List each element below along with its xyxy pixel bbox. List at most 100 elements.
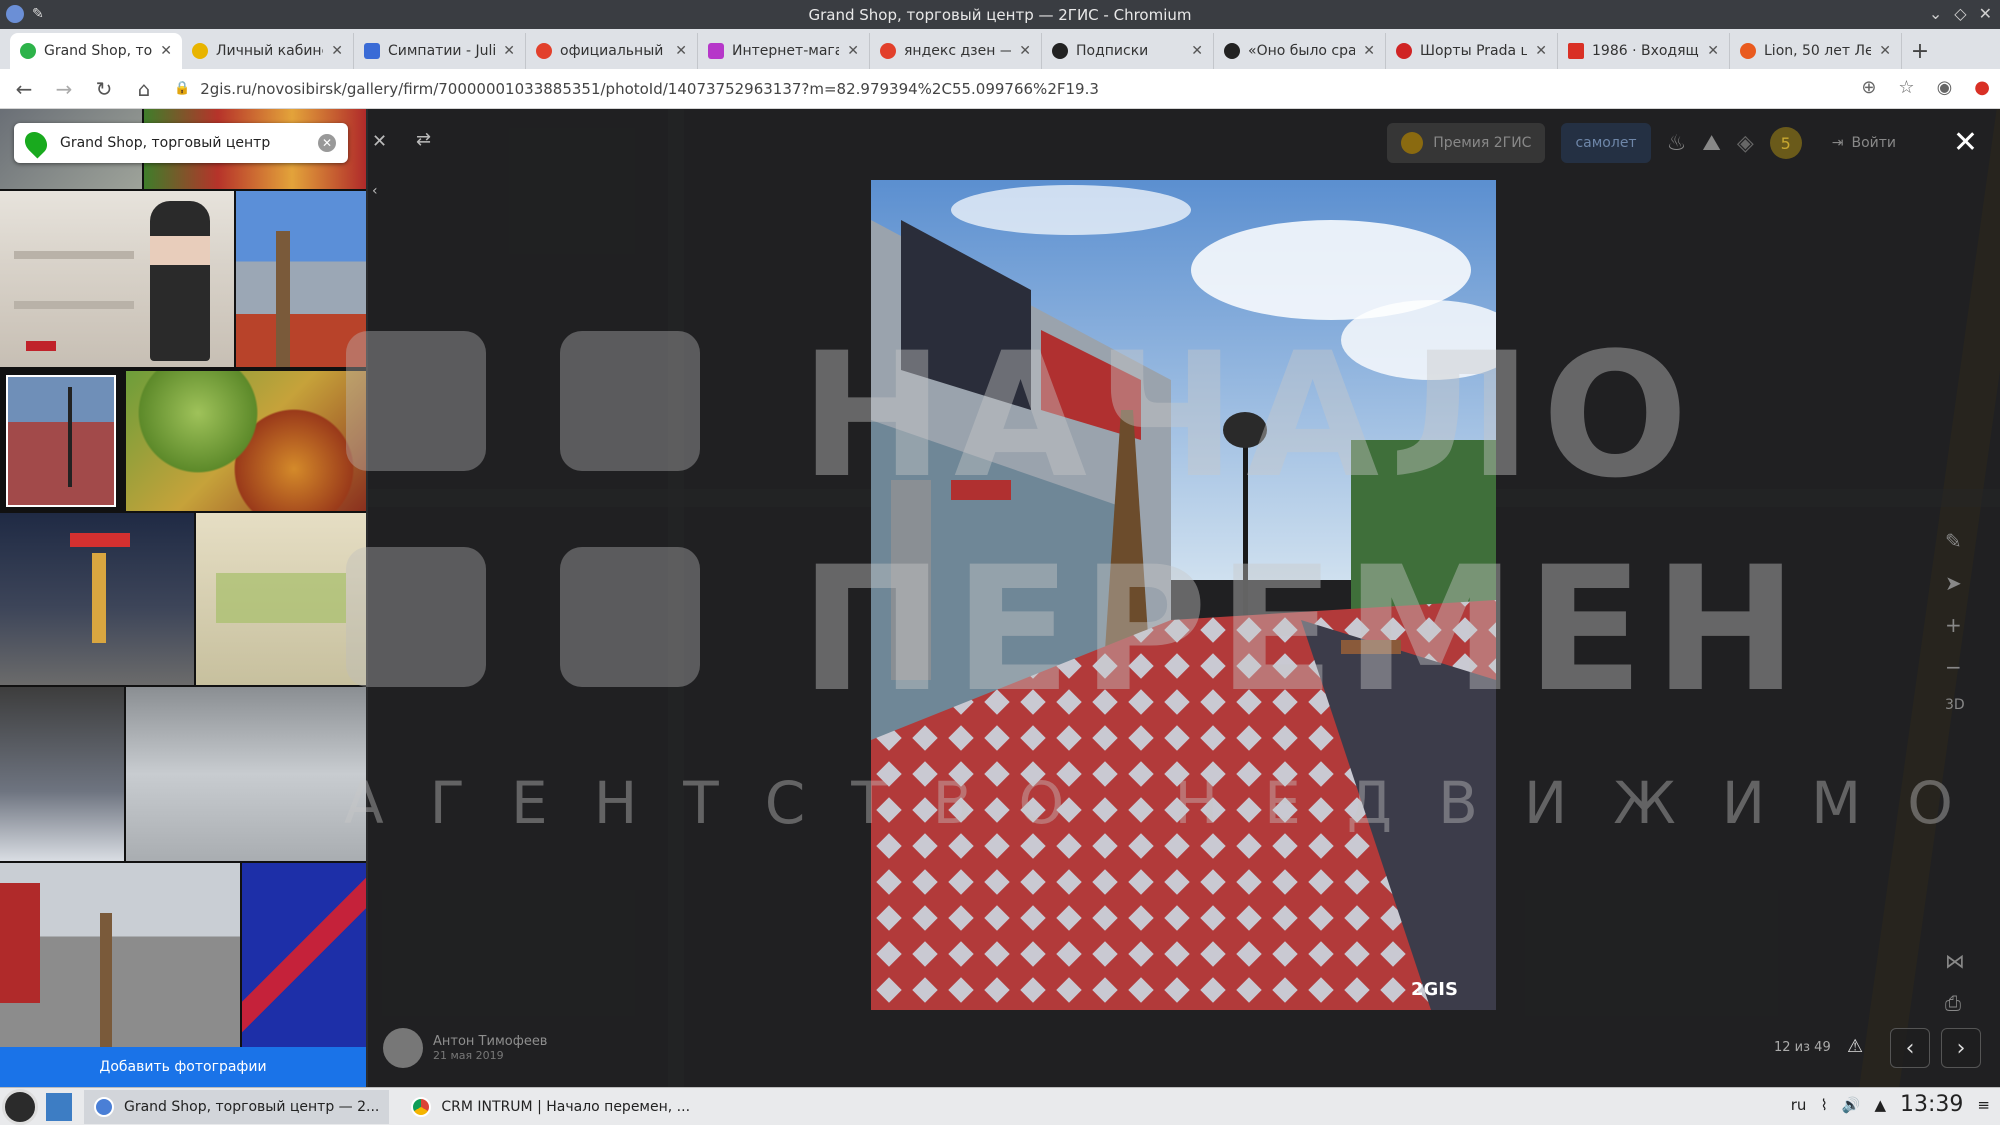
- gallery-thumbnail[interactable]: [0, 687, 124, 861]
- zoom-icon[interactable]: ⊕: [1861, 77, 1876, 98]
- tab-2[interactable]: Симпатии - Julia ✕: [354, 33, 526, 69]
- tab-7[interactable]: «Оно было сра ✕: [1214, 33, 1386, 69]
- show-desktop-button[interactable]: [46, 1092, 72, 1121]
- tray-expand-icon[interactable]: ▲: [1874, 1096, 1886, 1114]
- tab-close-icon[interactable]: ✕: [847, 43, 859, 59]
- gallery-thumbnail[interactable]: [126, 371, 366, 511]
- tab-1[interactable]: Личный кабинет ✕: [182, 33, 354, 69]
- avatar[interactable]: [383, 1028, 423, 1068]
- tab-favicon-icon: [1568, 43, 1584, 59]
- tab-close-icon[interactable]: ✕: [331, 43, 343, 59]
- start-menu-button[interactable]: [2, 1088, 38, 1125]
- network-icon[interactable]: ⌇: [1820, 1096, 1827, 1114]
- gallery-thumbnail[interactable]: [126, 687, 366, 861]
- locate-icon[interactable]: ➤: [1945, 571, 1965, 595]
- gallery-thumbnail[interactable]: [6, 375, 116, 507]
- search-value[interactable]: Grand Shop, торговый центр: [60, 135, 270, 151]
- keyboard-layout[interactable]: ru: [1791, 1096, 1807, 1114]
- tab-close-icon[interactable]: ✕: [503, 43, 515, 59]
- next-photo-button[interactable]: ›: [1941, 1028, 1981, 1068]
- profile-icon[interactable]: ◉: [1937, 77, 1953, 98]
- tab-close-icon[interactable]: ✕: [1363, 43, 1375, 59]
- zoom-in-icon[interactable]: +: [1945, 613, 1965, 637]
- tab-8[interactable]: Шорты Prada цен ✕: [1386, 33, 1558, 69]
- panel-close-icon[interactable]: ✕: [372, 131, 387, 152]
- mountains-icon[interactable]: ⛰: [1702, 131, 1720, 156]
- clear-search-icon[interactable]: ✕: [318, 134, 336, 152]
- search-box[interactable]: Grand Shop, торговый центр ✕: [14, 123, 348, 163]
- 3d-icon[interactable]: 3D: [1945, 697, 1965, 713]
- maximize-icon[interactable]: ◇: [1954, 4, 1966, 23]
- window-title: Grand Shop, торговый центр — 2ГИС - Chro…: [808, 5, 1192, 24]
- watermark-line3: АГЕНТСТВО НЕДВИЖИМОСТИ: [344, 769, 2000, 837]
- window-close-icon[interactable]: ✕: [1979, 4, 1992, 23]
- bookmark-star-icon[interactable]: ☆: [1898, 77, 1914, 98]
- gallery-thumbnail[interactable]: [0, 191, 234, 367]
- gallery-thumbnail[interactable]: [236, 191, 366, 367]
- ruler-icon[interactable]: ✎: [1945, 529, 1965, 553]
- tab-bar: Grand Shop, торговый ✕ Личный кабинет ✕ Си…: [0, 29, 2000, 69]
- tab-close-icon[interactable]: ✕: [1535, 43, 1547, 59]
- tab-3[interactable]: официальный с ✕: [526, 33, 698, 69]
- lock-icon[interactable]: 🔒: [174, 81, 190, 96]
- collapse-panel-icon[interactable]: ‹: [372, 183, 378, 199]
- tab-close-icon[interactable]: ✕: [1879, 43, 1891, 59]
- tab-close-icon[interactable]: ✕: [1019, 43, 1031, 59]
- url-text[interactable]: 2gis.ru/novosibirsk/gallery/firm/7000000…: [200, 80, 1099, 98]
- new-tab-button[interactable]: +: [1902, 33, 1938, 69]
- tab-close-icon[interactable]: ✕: [160, 43, 172, 59]
- taskbar-item-label: CRM INTRUM | Начало перемен, ...: [441, 1098, 691, 1115]
- reload-button[interactable]: ↻: [88, 73, 120, 105]
- gallery-thumbnail[interactable]: [242, 863, 366, 1047]
- tab-10[interactable]: Lion, 50 лет Лен ✕: [1730, 33, 1902, 69]
- drink-icon[interactable]: ♨: [1667, 131, 1687, 156]
- tab-label: яндекс дзен — Я: [904, 43, 1011, 59]
- close-viewer-icon[interactable]: ✕: [1953, 125, 1978, 160]
- route-icon[interactable]: ⇄: [416, 129, 431, 150]
- tab-close-icon[interactable]: ✕: [675, 43, 687, 59]
- system-tray: ru ⌇ 🔊 ▲ 13:39 ≡: [1791, 1092, 1990, 1117]
- notification-badge[interactable]: 5: [1769, 127, 1802, 159]
- tab-label: Симпатии - Julia: [388, 43, 496, 59]
- login-button[interactable]: ⇥ Войти: [1818, 123, 1910, 163]
- address-bar[interactable]: 🔒 2gis.ru/novosibirsk/gallery/firm/70000…: [174, 74, 1854, 104]
- back-button[interactable]: ←: [8, 73, 40, 105]
- gallery-thumbnail[interactable]: [0, 863, 240, 1047]
- extension-icon[interactable]: ●: [1974, 77, 1990, 98]
- add-photos-button[interactable]: Добавить фотографии: [0, 1047, 366, 1087]
- minimize-icon[interactable]: ⌄: [1929, 4, 1942, 23]
- pin-icon[interactable]: ✎: [32, 5, 50, 23]
- print-icon[interactable]: ⎙: [1945, 991, 1965, 1015]
- layers-icon[interactable]: ◈: [1737, 131, 1754, 156]
- taskbar-item-crm[interactable]: CRM INTRUM | Начало перемен, ...: [401, 1090, 700, 1124]
- taskbar-item-grandshop[interactable]: Grand Shop, торговый центр — 2...: [84, 1089, 390, 1124]
- tab-6[interactable]: Подписки ✕: [1042, 33, 1214, 69]
- gallery-thumbnail[interactable]: [0, 513, 194, 685]
- tab-0[interactable]: Grand Shop, торговый ✕: [10, 33, 182, 69]
- map-side-controls: ✎ ➤ + − 3D: [1945, 529, 1965, 713]
- zoom-out-icon[interactable]: −: [1945, 655, 1965, 679]
- tab-label: Lion, 50 лет Лен: [1764, 43, 1872, 59]
- premium-button[interactable]: Премия 2ГИС: [1387, 123, 1546, 163]
- tab-4[interactable]: Интернет-магаз ✕: [698, 33, 870, 69]
- clock[interactable]: 13:39: [1900, 1092, 1963, 1117]
- author-name[interactable]: Антон Тимофеев: [433, 1034, 547, 1049]
- tab-close-icon[interactable]: ✕: [1707, 43, 1719, 59]
- tab-9[interactable]: 1986 · Входящие ✕: [1558, 33, 1730, 69]
- tab-5[interactable]: яндекс дзен — Я ✕: [870, 33, 1042, 69]
- map-pin-icon: [20, 127, 52, 159]
- watermark-square: [560, 331, 700, 471]
- premium-label: Премия 2ГИС: [1433, 135, 1532, 151]
- photo-author[interactable]: Антон Тимофеев 21 мая 2019: [383, 1028, 547, 1068]
- menu-icon[interactable]: ≡: [1977, 1096, 1990, 1114]
- home-button[interactable]: ⌂: [128, 73, 160, 105]
- volume-icon[interactable]: 🔊: [1842, 1096, 1861, 1114]
- report-warning-icon[interactable]: ⚠: [1847, 1036, 1863, 1057]
- samolet-ad[interactable]: самолет: [1561, 123, 1651, 163]
- share-icon[interactable]: ⋈: [1945, 949, 1965, 973]
- app-menu-icon[interactable]: [6, 5, 24, 23]
- prev-photo-button[interactable]: ‹: [1890, 1028, 1930, 1068]
- gallery-thumbnail[interactable]: [196, 513, 366, 685]
- tab-close-icon[interactable]: ✕: [1191, 43, 1203, 59]
- forward-button[interactable]: →: [48, 73, 80, 105]
